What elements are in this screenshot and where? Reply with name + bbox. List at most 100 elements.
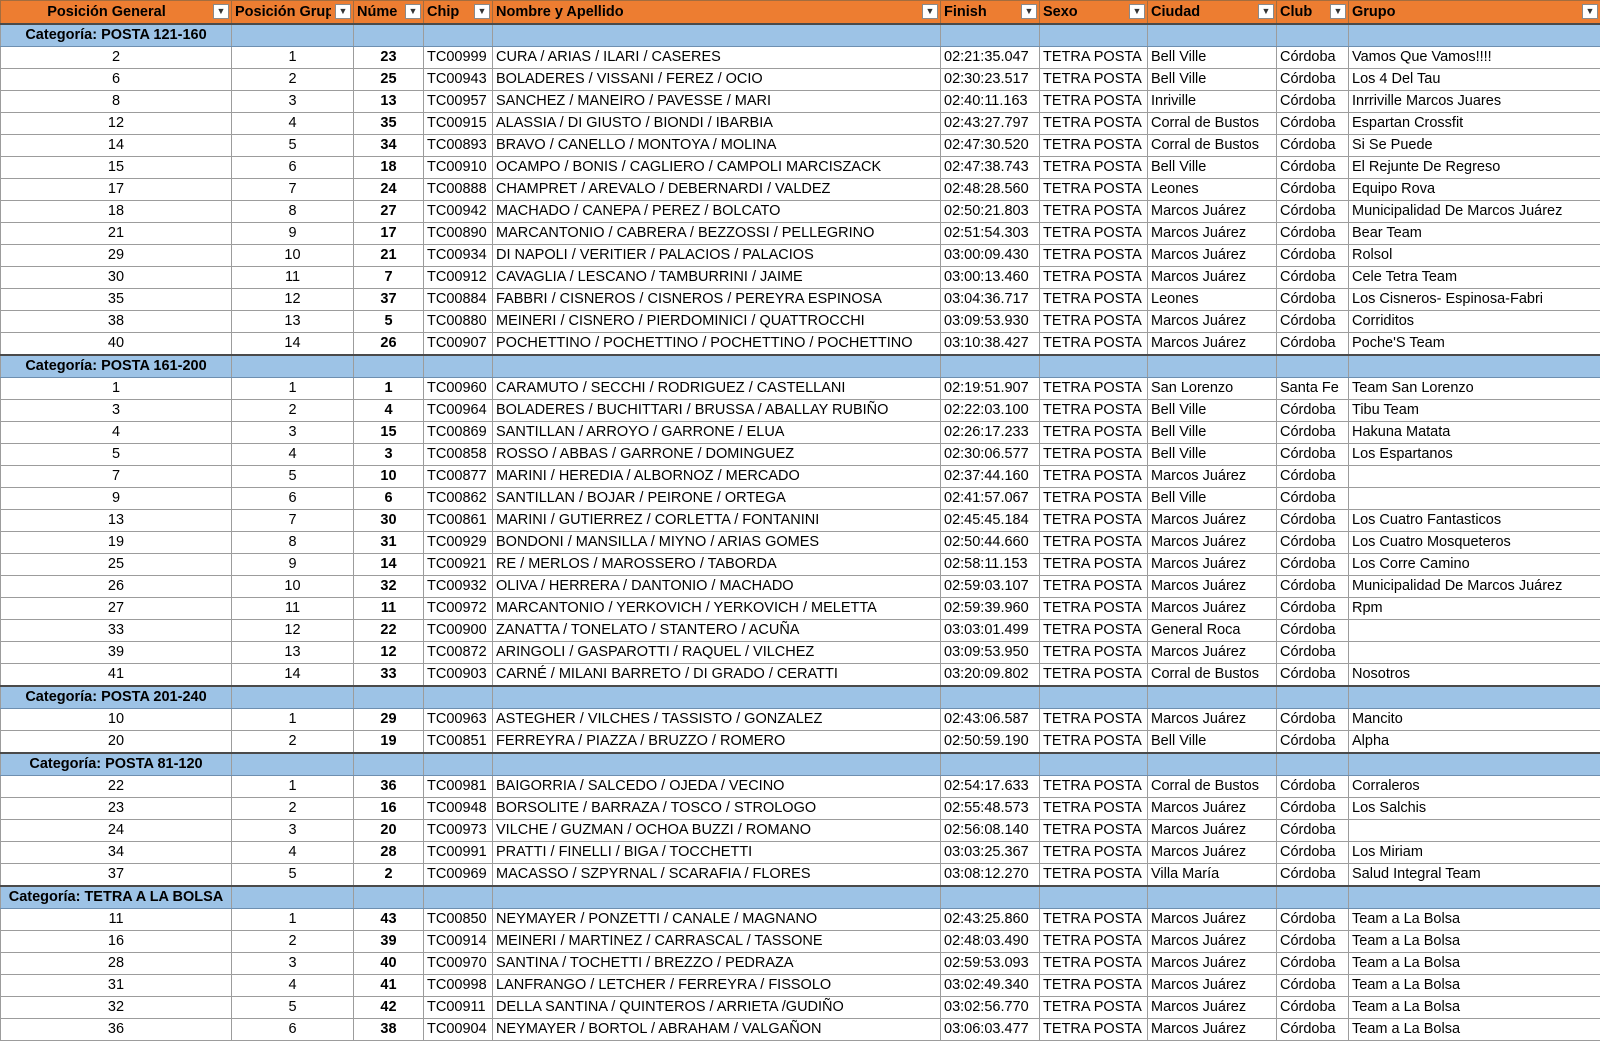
cell-sexo[interactable]: TETRA POSTA bbox=[1039, 222, 1148, 245]
category-empty-cell[interactable] bbox=[423, 752, 493, 776]
cell-chip[interactable]: TC00934 bbox=[423, 244, 493, 267]
cell-pos-general[interactable]: 17 bbox=[0, 178, 232, 201]
cell-club[interactable]: Córdoba bbox=[1276, 134, 1349, 157]
cell-grupo[interactable]: Los Espartanos bbox=[1348, 443, 1600, 466]
cell-pos-grupo[interactable]: 8 bbox=[231, 200, 354, 223]
cell-nombre[interactable]: CURA / ARIAS / ILARI / CASERES bbox=[492, 46, 941, 69]
cell-club[interactable]: Córdoba bbox=[1276, 641, 1349, 664]
cell-pos-general[interactable]: 21 bbox=[0, 222, 232, 245]
cell-club[interactable]: Córdoba bbox=[1276, 575, 1349, 598]
cell-numero[interactable]: 31 bbox=[353, 531, 424, 554]
cell-finish[interactable]: 02:43:25.860 bbox=[940, 908, 1040, 931]
cell-pos-general[interactable]: 22 bbox=[0, 775, 232, 798]
cell-grupo[interactable]: Team a La Bolsa bbox=[1348, 974, 1600, 997]
cell-chip[interactable]: TC00921 bbox=[423, 553, 493, 576]
cell-nombre[interactable]: FERREYRA / PIAZZA / BRUZZO / ROMERO bbox=[492, 730, 941, 754]
cell-chip[interactable]: TC00869 bbox=[423, 421, 493, 444]
cell-pos-general[interactable]: 4 bbox=[0, 421, 232, 444]
cell-pos-general[interactable]: 31 bbox=[0, 974, 232, 997]
cell-numero[interactable]: 20 bbox=[353, 819, 424, 842]
cell-sexo[interactable]: TETRA POSTA bbox=[1039, 443, 1148, 466]
cell-pos-grupo[interactable]: 5 bbox=[231, 134, 354, 157]
cell-pos-grupo[interactable]: 10 bbox=[231, 244, 354, 267]
cell-finish[interactable]: 02:59:53.093 bbox=[940, 952, 1040, 975]
cell-ciudad[interactable]: Bell Ville bbox=[1147, 487, 1277, 510]
cell-pos-general[interactable]: 32 bbox=[0, 996, 232, 1019]
cell-chip[interactable]: TC00963 bbox=[423, 708, 493, 731]
category-empty-cell[interactable] bbox=[353, 685, 424, 709]
cell-ciudad[interactable]: General Roca bbox=[1147, 619, 1277, 642]
category-empty-cell[interactable] bbox=[231, 885, 354, 909]
cell-sexo[interactable]: TETRA POSTA bbox=[1039, 266, 1148, 289]
cell-ciudad[interactable]: Leones bbox=[1147, 178, 1277, 201]
cell-numero[interactable]: 18 bbox=[353, 156, 424, 179]
cell-pos-general[interactable]: 33 bbox=[0, 619, 232, 642]
cell-sexo[interactable]: TETRA POSTA bbox=[1039, 775, 1148, 798]
cell-chip[interactable]: TC00858 bbox=[423, 443, 493, 466]
category-empty-cell[interactable] bbox=[1348, 685, 1600, 709]
cell-finish[interactable]: 02:56:08.140 bbox=[940, 819, 1040, 842]
cell-club[interactable]: Córdoba bbox=[1276, 1018, 1349, 1041]
cell-pos-grupo[interactable]: 6 bbox=[231, 1018, 354, 1041]
cell-chip[interactable]: TC00912 bbox=[423, 266, 493, 289]
category-empty-cell[interactable] bbox=[353, 23, 424, 47]
cell-chip[interactable]: TC00893 bbox=[423, 134, 493, 157]
cell-finish[interactable]: 03:04:36.717 bbox=[940, 288, 1040, 311]
category-empty-cell[interactable] bbox=[1147, 752, 1277, 776]
category-empty-cell[interactable] bbox=[423, 885, 493, 909]
cell-finish[interactable]: 02:43:06.587 bbox=[940, 708, 1040, 731]
cell-numero[interactable]: 38 bbox=[353, 1018, 424, 1041]
cell-grupo[interactable]: Los 4 Del Tau bbox=[1348, 68, 1600, 91]
category-empty-cell[interactable] bbox=[1039, 23, 1148, 47]
cell-chip[interactable]: TC00862 bbox=[423, 487, 493, 510]
cell-pos-general[interactable]: 16 bbox=[0, 930, 232, 953]
cell-pos-general[interactable]: 18 bbox=[0, 200, 232, 223]
cell-nombre[interactable]: MARCANTONIO / YERKOVICH / YERKOVICH / ME… bbox=[492, 597, 941, 620]
cell-chip[interactable]: TC00851 bbox=[423, 730, 493, 754]
filter-dropdown-icon[interactable]: ▼ bbox=[922, 4, 938, 19]
cell-pos-grupo[interactable]: 4 bbox=[231, 112, 354, 135]
cell-finish[interactable]: 02:59:39.960 bbox=[940, 597, 1040, 620]
cell-club[interactable]: Córdoba bbox=[1276, 332, 1349, 356]
cell-sexo[interactable]: TETRA POSTA bbox=[1039, 156, 1148, 179]
cell-ciudad[interactable]: Marcos Juárez bbox=[1147, 509, 1277, 532]
cell-pos-grupo[interactable]: 3 bbox=[231, 421, 354, 444]
cell-chip[interactable]: TC00904 bbox=[423, 1018, 493, 1041]
cell-nombre[interactable]: DELLA SANTINA / QUINTEROS / ARRIETA /GUD… bbox=[492, 996, 941, 1019]
cell-chip[interactable]: TC00915 bbox=[423, 112, 493, 135]
cell-pos-general[interactable]: 29 bbox=[0, 244, 232, 267]
cell-pos-general[interactable]: 38 bbox=[0, 310, 232, 333]
cell-numero[interactable]: 11 bbox=[353, 597, 424, 620]
category-empty-cell[interactable] bbox=[940, 23, 1040, 47]
cell-finish[interactable]: 02:37:44.160 bbox=[940, 465, 1040, 488]
category-empty-cell[interactable] bbox=[1348, 354, 1600, 378]
cell-nombre[interactable]: ALASSIA / DI GIUSTO / BIONDI / IBARBIA bbox=[492, 112, 941, 135]
cell-pos-grupo[interactable]: 7 bbox=[231, 509, 354, 532]
cell-pos-grupo[interactable]: 13 bbox=[231, 310, 354, 333]
cell-finish[interactable]: 02:55:48.573 bbox=[940, 797, 1040, 820]
cell-finish[interactable]: 03:10:38.427 bbox=[940, 332, 1040, 356]
cell-ciudad[interactable]: Marcos Juárez bbox=[1147, 930, 1277, 953]
cell-grupo[interactable]: Team a La Bolsa bbox=[1348, 1018, 1600, 1041]
cell-sexo[interactable]: TETRA POSTA bbox=[1039, 730, 1148, 754]
cell-numero[interactable]: 35 bbox=[353, 112, 424, 135]
cell-nombre[interactable]: OLIVA / HERRERA / DANTONIO / MACHADO bbox=[492, 575, 941, 598]
category-empty-cell[interactable] bbox=[1276, 685, 1349, 709]
cell-club[interactable]: Santa Fe bbox=[1276, 377, 1349, 400]
cell-chip[interactable]: TC00957 bbox=[423, 90, 493, 113]
cell-finish[interactable]: 03:02:56.770 bbox=[940, 996, 1040, 1019]
cell-finish[interactable]: 02:47:38.743 bbox=[940, 156, 1040, 179]
cell-ciudad[interactable]: Marcos Juárez bbox=[1147, 797, 1277, 820]
cell-nombre[interactable]: SANCHEZ / MANEIRO / PAVESSE / MARI bbox=[492, 90, 941, 113]
cell-ciudad[interactable]: Marcos Juárez bbox=[1147, 1018, 1277, 1041]
cell-pos-general[interactable]: 13 bbox=[0, 509, 232, 532]
cell-pos-general[interactable]: 26 bbox=[0, 575, 232, 598]
cell-sexo[interactable]: TETRA POSTA bbox=[1039, 996, 1148, 1019]
cell-numero[interactable]: 14 bbox=[353, 553, 424, 576]
cell-finish[interactable]: 02:45:45.184 bbox=[940, 509, 1040, 532]
cell-finish[interactable]: 02:48:28.560 bbox=[940, 178, 1040, 201]
cell-sexo[interactable]: TETRA POSTA bbox=[1039, 641, 1148, 664]
cell-nombre[interactable]: MARINI / HEREDIA / ALBORNOZ / MERCADO bbox=[492, 465, 941, 488]
category-empty-cell[interactable] bbox=[353, 752, 424, 776]
cell-numero[interactable]: 30 bbox=[353, 509, 424, 532]
